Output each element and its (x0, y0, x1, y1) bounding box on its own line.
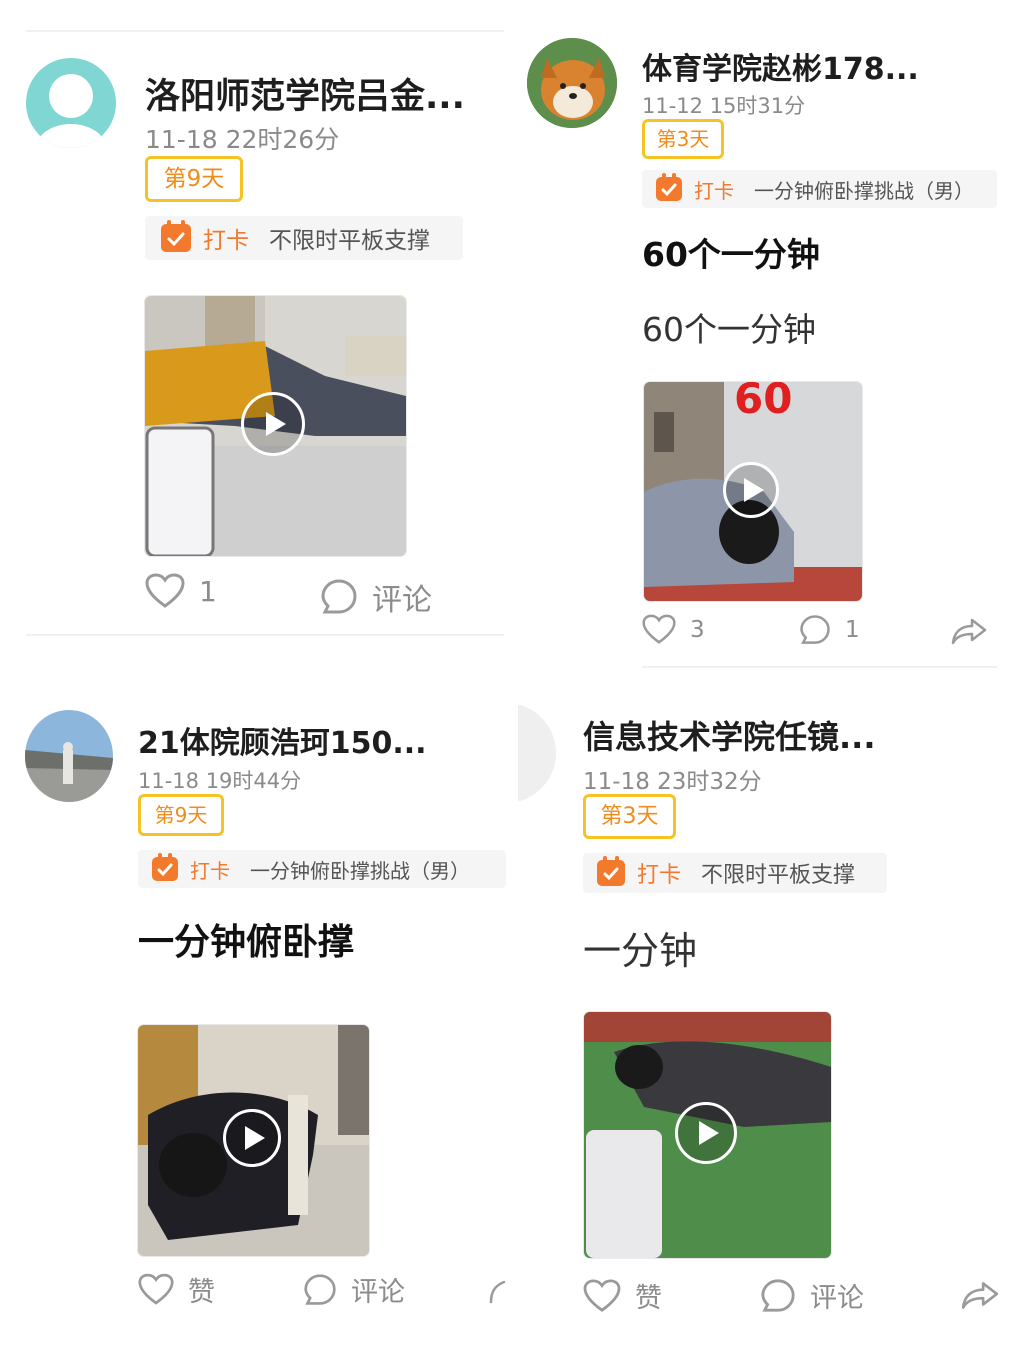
play-icon[interactable] (675, 1102, 737, 1164)
video-thumbnail[interactable] (138, 1025, 369, 1256)
play-icon[interactable] (223, 1109, 281, 1167)
calendar-check-icon (161, 220, 191, 252)
comment-label: 评论 (372, 583, 432, 618)
divider (642, 666, 997, 668)
comment-icon (761, 1278, 795, 1312)
day-badge: 第9天 (138, 794, 224, 836)
calendar-check-icon (656, 173, 682, 201)
like-count: 1 (199, 574, 217, 608)
checkin-label: 打卡 (637, 863, 682, 888)
author-name[interactable]: 21体院顾浩珂150... (138, 718, 427, 762)
post-body: 一分钟 (583, 929, 698, 973)
play-icon[interactable] (723, 462, 779, 518)
author-name[interactable]: 洛阳师范学院吕金... (145, 68, 465, 119)
comment-button[interactable]: 评论 (303, 1270, 405, 1309)
calendar-check-icon (597, 856, 625, 886)
checkin-label: 打卡 (190, 858, 230, 883)
comment-count: 1 (845, 617, 860, 643)
share-button[interactable] (950, 616, 1002, 646)
play-icon[interactable] (241, 392, 305, 456)
video-overlay-count: 60 (734, 382, 793, 423)
like-button[interactable]: 1 (145, 573, 217, 609)
like-label: 赞 (635, 1283, 662, 1314)
like-button[interactable]: 3 (642, 614, 705, 645)
comment-button[interactable]: 评论 (320, 575, 432, 619)
share-icon (961, 1282, 999, 1309)
comment-icon (304, 1273, 336, 1305)
heart-icon (145, 573, 185, 608)
video-thumbnail[interactable] (584, 1012, 831, 1258)
heart-icon (642, 614, 676, 644)
post-body: 60个一分钟 (642, 310, 816, 349)
like-button[interactable]: 赞 (583, 1276, 662, 1315)
comment-label: 评论 (810, 1283, 864, 1314)
day-badge: 第9天 (145, 156, 243, 202)
like-count: 3 (690, 616, 705, 643)
like-label: 赞 (188, 1277, 215, 1308)
checkin-tag[interactable]: 打卡 一分钟俯卧撑挑战（男） (138, 850, 506, 888)
checkin-topic: 不限时平板支撑 (269, 228, 430, 254)
comment-icon (321, 579, 357, 614)
author-name[interactable]: 体育学院赵彬178... (642, 44, 919, 88)
comment-label: 评论 (351, 1277, 405, 1308)
avatar[interactable] (26, 58, 116, 148)
calendar-check-icon (152, 853, 178, 881)
avatar[interactable] (25, 710, 113, 802)
checkin-label: 打卡 (694, 178, 734, 203)
avatar[interactable] (527, 38, 617, 128)
heart-icon (583, 1278, 621, 1312)
day-badge: 第3天 (583, 794, 676, 839)
video-thumbnail[interactable] (145, 296, 406, 556)
divider (26, 30, 504, 32)
checkin-topic: 一分钟俯卧撑挑战（男） (250, 858, 470, 883)
author-name[interactable]: 信息技术学院任镜... (583, 712, 875, 758)
checkin-tag[interactable]: 打卡 不限时平板支撑 (583, 853, 887, 893)
scroll-peek-circle (518, 703, 556, 803)
heart-icon (138, 1273, 174, 1305)
checkin-tag[interactable]: 打卡 不限时平板支撑 (145, 216, 463, 260)
share-button[interactable] (488, 1278, 520, 1306)
like-button[interactable]: 赞 (138, 1270, 215, 1309)
post-time: 11-18 23时32分 (583, 769, 762, 795)
post-time: 11-12 15时31分 (642, 94, 806, 118)
comment-icon (800, 615, 830, 644)
day-badge: 第3天 (642, 119, 724, 159)
comment-button[interactable]: 1 (799, 614, 860, 646)
post-title: 一分钟俯卧撑 (138, 922, 355, 963)
checkin-topic: 一分钟俯卧撑挑战（男） (754, 178, 974, 203)
comment-button[interactable]: 评论 (760, 1276, 864, 1315)
share-icon (489, 1280, 506, 1304)
share-icon (951, 618, 987, 645)
video-thumbnail[interactable]: 60 (644, 382, 862, 601)
post-time: 11-18 19时44分 (138, 769, 302, 793)
checkin-topic: 不限时平板支撑 (701, 863, 856, 888)
post-title: 60个一分钟 (642, 235, 820, 274)
post-time: 11-18 22时26分 (145, 125, 340, 154)
checkin-label: 打卡 (203, 228, 249, 254)
divider (26, 634, 504, 636)
checkin-tag[interactable]: 打卡 一分钟俯卧撑挑战（男） (642, 170, 997, 208)
share-button[interactable] (960, 1279, 1014, 1311)
